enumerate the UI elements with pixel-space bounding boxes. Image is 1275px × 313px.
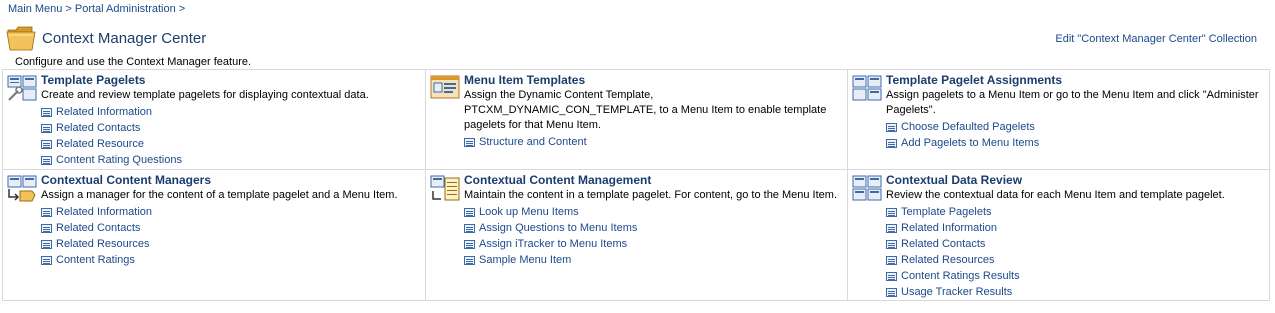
list-item: Add Pagelets to Menu Items — [886, 135, 1271, 151]
section-description: Create and review template pagelets for … — [41, 89, 369, 101]
link-related-information[interactable]: Related Information — [56, 204, 152, 220]
list-link-icon — [886, 271, 897, 281]
list-item: Template Pagelets — [886, 204, 1271, 220]
list-link-icon — [41, 155, 52, 165]
page-header: Context Manager Center — [6, 22, 206, 54]
list-item: Assign iTracker to Menu Items — [464, 236, 847, 252]
section-template-pagelets: Template Pagelets Create and review temp… — [3, 70, 426, 170]
list-item: Related Information — [41, 104, 425, 120]
link-choose-defaulted-pagelets[interactable]: Choose Defaulted Pagelets — [901, 119, 1035, 135]
link-related-resources[interactable]: Related Resources — [901, 252, 995, 268]
list-item: Content Ratings Results — [886, 268, 1271, 284]
list-link-icon — [464, 255, 475, 265]
list-link-icon — [886, 239, 897, 249]
link-look-up-menu-items[interactable]: Look up Menu Items — [479, 204, 579, 220]
list-item: Related Information — [41, 204, 425, 220]
list-item: Look up Menu Items — [464, 204, 847, 220]
list-link-icon — [886, 138, 897, 148]
list-item: Choose Defaulted Pagelets — [886, 119, 1271, 135]
list-link-icon — [41, 207, 52, 217]
list-link-icon — [41, 107, 52, 117]
breadcrumb-main-menu[interactable]: Main Menu — [8, 3, 62, 15]
list-item: Related Resources — [886, 252, 1271, 268]
folder-icon — [6, 26, 36, 51]
list-link-icon — [886, 122, 897, 132]
link-related-information[interactable]: Related Information — [901, 220, 997, 236]
list-item: Related Resource — [41, 136, 425, 152]
section-title[interactable]: Contextual Data Review — [886, 173, 1271, 188]
page-title: Context Manager Center — [42, 29, 207, 47]
list-link-icon — [886, 255, 897, 265]
list-item: Usage Tracker Results — [886, 284, 1271, 300]
breadcrumb-separator: > — [178, 3, 186, 15]
breadcrumb-separator: > — [65, 3, 72, 15]
link-sample-menu-item[interactable]: Sample Menu Item — [479, 252, 571, 268]
section-title[interactable]: Template Pagelet Assignments — [886, 73, 1271, 88]
section-contextual-content-managers: Contextual Content Managers Assign a man… — [3, 170, 426, 301]
list-link-icon — [464, 137, 475, 147]
list-link-icon — [41, 223, 52, 233]
section-description: Assign a manager for the content of a te… — [41, 189, 398, 201]
link-structure-and-content[interactable]: Structure and Content — [479, 134, 587, 150]
link-template-pagelets[interactable]: Template Pagelets — [901, 204, 992, 220]
list-link-icon — [41, 255, 52, 265]
list-link-icon — [464, 207, 475, 217]
list-item: Content Ratings — [41, 252, 425, 268]
section-description: Assign the Dynamic Content Template, PTC… — [464, 89, 827, 131]
list-link-icon — [41, 139, 52, 149]
section-description: Assign pagelets to a Menu Item or go to … — [886, 89, 1259, 116]
breadcrumb: Main Menu > Portal Administration > — [8, 3, 188, 15]
list-item: Structure and Content — [464, 134, 847, 150]
section-contextual-content-management: Contextual Content Management Maintain t… — [426, 170, 848, 301]
link-content-ratings[interactable]: Content Ratings — [56, 252, 135, 268]
list-item: Related Resources — [41, 236, 425, 252]
section-title[interactable]: Contextual Content Management — [464, 173, 847, 188]
link-assign-questions-to-menu-items[interactable]: Assign Questions to Menu Items — [479, 220, 637, 236]
section-description: Review the contextual data for each Menu… — [886, 189, 1225, 201]
list-item: Related Contacts — [41, 120, 425, 136]
list-item: Related Contacts — [886, 236, 1271, 252]
pagelet-assignments-icon — [852, 75, 882, 101]
list-item: Related Contacts — [41, 220, 425, 236]
data-review-icon — [852, 175, 882, 201]
section-grid: Template Pagelets Create and review temp… — [2, 69, 1271, 301]
content-managers-icon — [7, 175, 37, 202]
edit-collection-link[interactable]: Edit "Context Manager Center" Collection — [1055, 33, 1257, 45]
section-template-pagelet-assignments: Template Pagelet Assignments Assign page… — [848, 70, 1271, 170]
list-link-icon — [41, 123, 52, 133]
link-add-pagelets-to-menu-items[interactable]: Add Pagelets to Menu Items — [901, 135, 1039, 151]
link-content-rating-questions[interactable]: Content Rating Questions — [56, 152, 182, 168]
link-related-contacts[interactable]: Related Contacts — [56, 220, 140, 236]
link-related-contacts[interactable]: Related Contacts — [901, 236, 985, 252]
section-title[interactable]: Template Pagelets — [41, 73, 425, 88]
link-related-information[interactable]: Related Information — [56, 104, 152, 120]
link-content-ratings-results[interactable]: Content Ratings Results — [901, 268, 1020, 284]
section-title[interactable]: Contextual Content Managers — [41, 173, 425, 188]
section-title[interactable]: Menu Item Templates — [464, 73, 847, 88]
list-item: Content Rating Questions — [41, 152, 425, 168]
section-contextual-data-review: Contextual Data Review Review the contex… — [848, 170, 1271, 301]
section-description: Maintain the content in a template pagel… — [464, 189, 838, 201]
link-assign-itracker-to-menu-items[interactable]: Assign iTracker to Menu Items — [479, 236, 627, 252]
pagelet-tools-icon — [7, 75, 37, 101]
list-link-icon — [464, 223, 475, 233]
breadcrumb-portal-administration[interactable]: Portal Administration — [75, 3, 176, 15]
list-link-icon — [886, 223, 897, 233]
list-item: Assign Questions to Menu Items — [464, 220, 847, 236]
list-item: Sample Menu Item — [464, 252, 847, 268]
menu-template-icon — [430, 75, 460, 99]
link-related-contacts[interactable]: Related Contacts — [56, 120, 140, 136]
content-management-icon — [430, 175, 460, 201]
link-usage-tracker-results[interactable]: Usage Tracker Results — [901, 284, 1012, 300]
section-menu-item-templates: Menu Item Templates Assign the Dynamic C… — [426, 70, 848, 170]
page-description: Configure and use the Context Manager fe… — [15, 56, 252, 68]
list-link-icon — [464, 239, 475, 249]
link-related-resources[interactable]: Related Resources — [56, 236, 150, 252]
list-item: Related Information — [886, 220, 1271, 236]
link-related-resource[interactable]: Related Resource — [56, 136, 144, 152]
list-link-icon — [886, 207, 897, 217]
list-link-icon — [886, 287, 897, 297]
list-link-icon — [41, 239, 52, 249]
